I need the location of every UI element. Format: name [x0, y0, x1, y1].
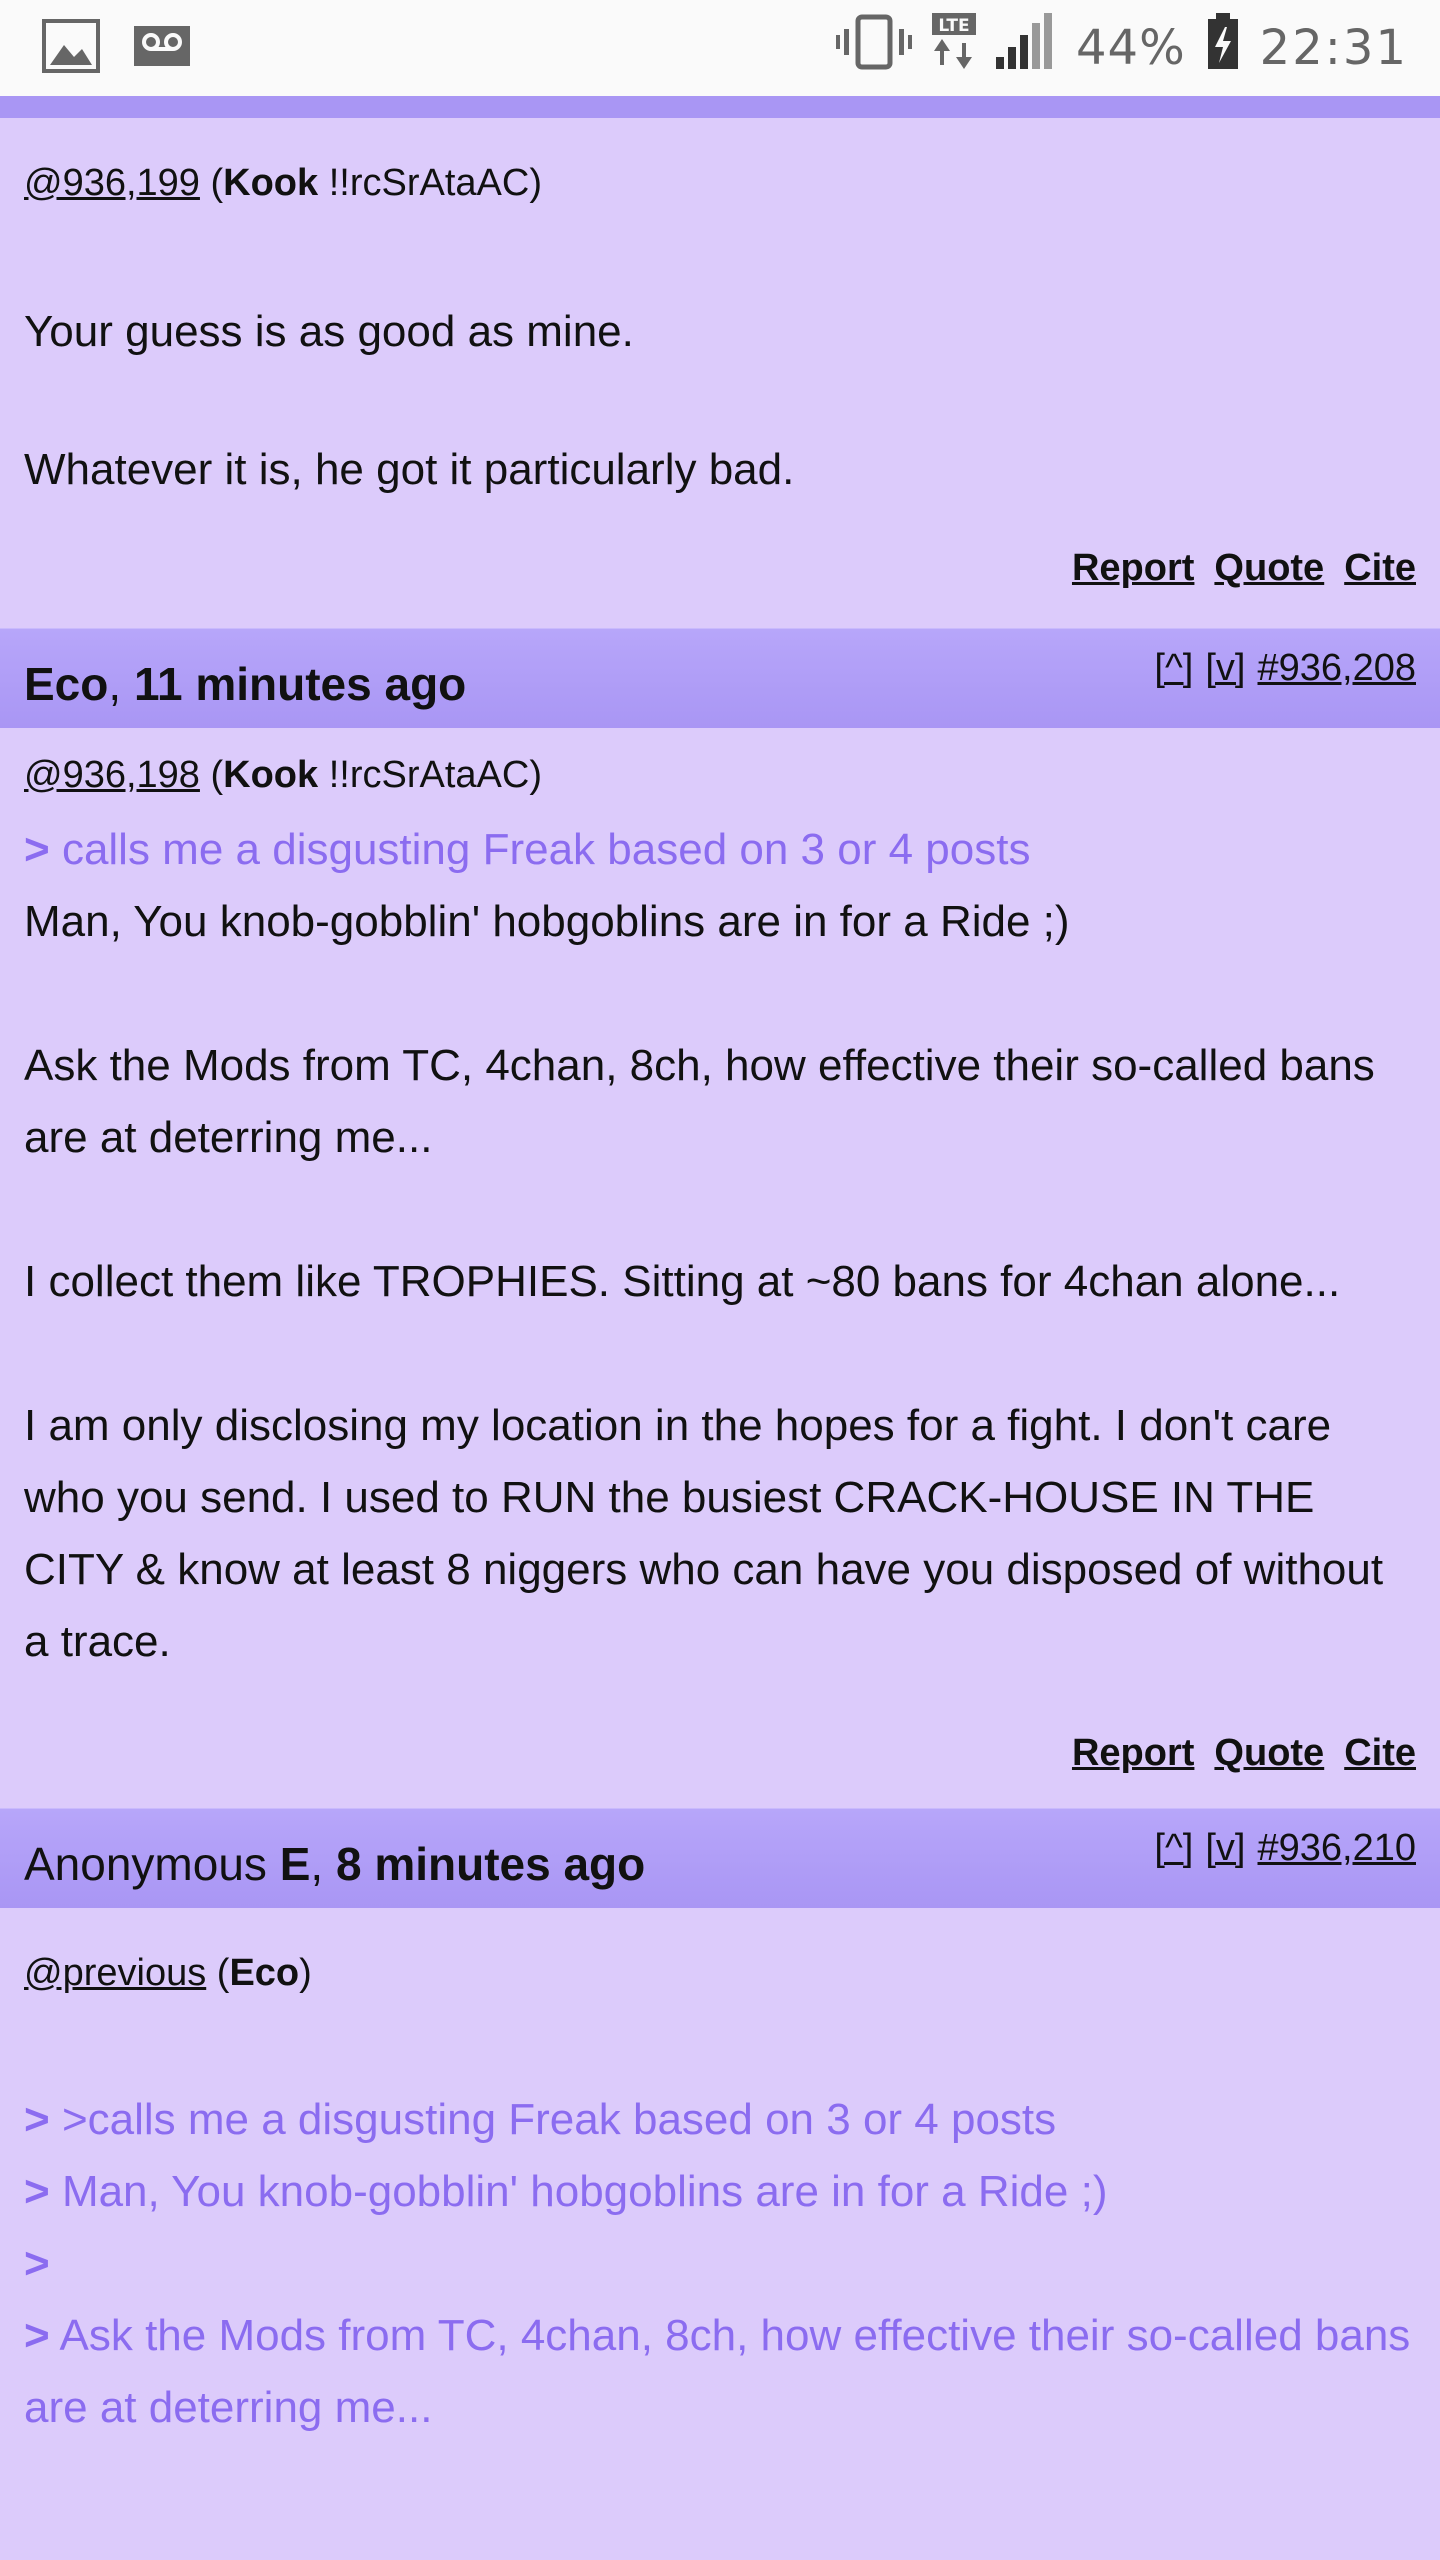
post-author: Anonymous — [24, 1838, 267, 1890]
post-text: Man, You knob-gobblin' hobgoblins are in… — [24, 897, 1070, 946]
greentext-quote: > — [24, 2239, 50, 2288]
nav-down-link[interactable]: [v] — [1205, 647, 1245, 690]
post-nav: [^] [v] #936,210 — [1154, 1827, 1416, 1870]
post-author-line: Eco, 11 minutes ago — [24, 658, 467, 710]
reply-reference: @previous (Eco) — [24, 1952, 312, 1994]
post-number-link[interactable]: #936,208 — [1258, 647, 1417, 690]
battery-charging-icon — [1206, 13, 1240, 83]
report-button[interactable]: Report — [1072, 1732, 1194, 1775]
app-bar-edge — [0, 96, 1440, 118]
post-author: Eco — [24, 658, 109, 710]
greentext-quote: > calls me a disgusting Freak based on 3… — [24, 825, 1031, 874]
nav-up-link[interactable]: [^] — [1154, 647, 1193, 690]
reply-reference: @936,198 (Kook !!rcSrAtaAC) — [24, 754, 542, 796]
cite-button[interactable]: Cite — [1344, 547, 1416, 590]
nav-up-link[interactable]: [^] — [1154, 1827, 1193, 1870]
nav-down-link[interactable]: [v] — [1205, 1827, 1245, 1870]
reply-author: Eco — [229, 1952, 300, 1994]
reply-tripcode: !!rcSrAtaAC — [328, 754, 530, 796]
post-author-line: Anonymous E, 8 minutes ago — [24, 1838, 646, 1890]
battery-percent: 44% — [1075, 20, 1186, 76]
post-text: Ask the Mods from TC, 4chan, 8ch, how ef… — [24, 1041, 1375, 1162]
reply-author: Kook — [223, 754, 319, 796]
post-body: @936,198 (Kook !!rcSrAtaAC) > calls me a… — [0, 728, 1440, 1698]
post-number-link[interactable]: #936,210 — [1258, 1827, 1417, 1870]
reply-tripcode: !!rcSrAtaAC — [328, 162, 530, 204]
thread: @936,199 (Kook !!rcSrAtaAC) Your guess i… — [0, 118, 1440, 2444]
greentext-quote: > Man, You knob-gobblin' hobgoblins are … — [24, 2167, 1108, 2216]
quote-button[interactable]: Quote — [1214, 547, 1324, 590]
post-text: I collect them like TROPHIES. Sitting at… — [24, 1257, 1341, 1306]
reply-link[interactable]: @previous — [24, 1952, 206, 1994]
post-text: Whatever it is, he got it particularly b… — [24, 445, 795, 494]
post-header: Eco, 11 minutes ago [^] [v] #936,208 — [0, 628, 1440, 728]
svg-text:LTE: LTE — [938, 16, 969, 36]
post-time: 11 minutes ago — [133, 658, 467, 710]
post-body: @936,199 (Kook !!rcSrAtaAC) Your guess i… — [0, 118, 1440, 356]
vibrate-icon — [835, 13, 912, 83]
lte-data-icon: LTE — [931, 13, 976, 83]
reply-author: Kook — [223, 162, 319, 204]
post-body: Whatever it is, he got it particularly b… — [0, 328, 1440, 494]
post-body: @previous (Eco) > >calls me a disgusting… — [0, 1908, 1440, 2444]
greentext-quote: > >calls me a disgusting Freak based on … — [24, 2095, 1057, 2144]
clock: 22:31 — [1259, 20, 1408, 76]
post-author-suffix: E — [279, 1838, 311, 1890]
reply-link[interactable]: @936,199 — [24, 162, 200, 204]
post-header: Anonymous E, 8 minutes ago [^] [v] #936,… — [0, 1808, 1440, 1908]
voicemail-icon — [134, 25, 190, 71]
post-text: I am only disclosing my location in the … — [24, 1401, 1384, 1666]
reply-link[interactable]: @936,198 — [24, 754, 200, 796]
report-button[interactable]: Report — [1072, 547, 1194, 590]
image-notification-icon — [42, 18, 100, 78]
signal-icon — [995, 13, 1056, 83]
quote-button[interactable]: Quote — [1214, 1732, 1324, 1775]
status-bar: LTE 44% 22:31 — [0, 0, 1440, 96]
post-nav: [^] [v] #936,208 — [1154, 647, 1416, 690]
reply-reference: @936,199 (Kook !!rcSrAtaAC) — [24, 162, 542, 204]
post-time: 8 minutes ago — [335, 1838, 646, 1890]
cite-button[interactable]: Cite — [1344, 1732, 1416, 1775]
greentext-quote: > Ask the Mods from TC, 4chan, 8ch, how … — [24, 2311, 1411, 2432]
post-actions: Report Quote Cite — [0, 1698, 1440, 1808]
